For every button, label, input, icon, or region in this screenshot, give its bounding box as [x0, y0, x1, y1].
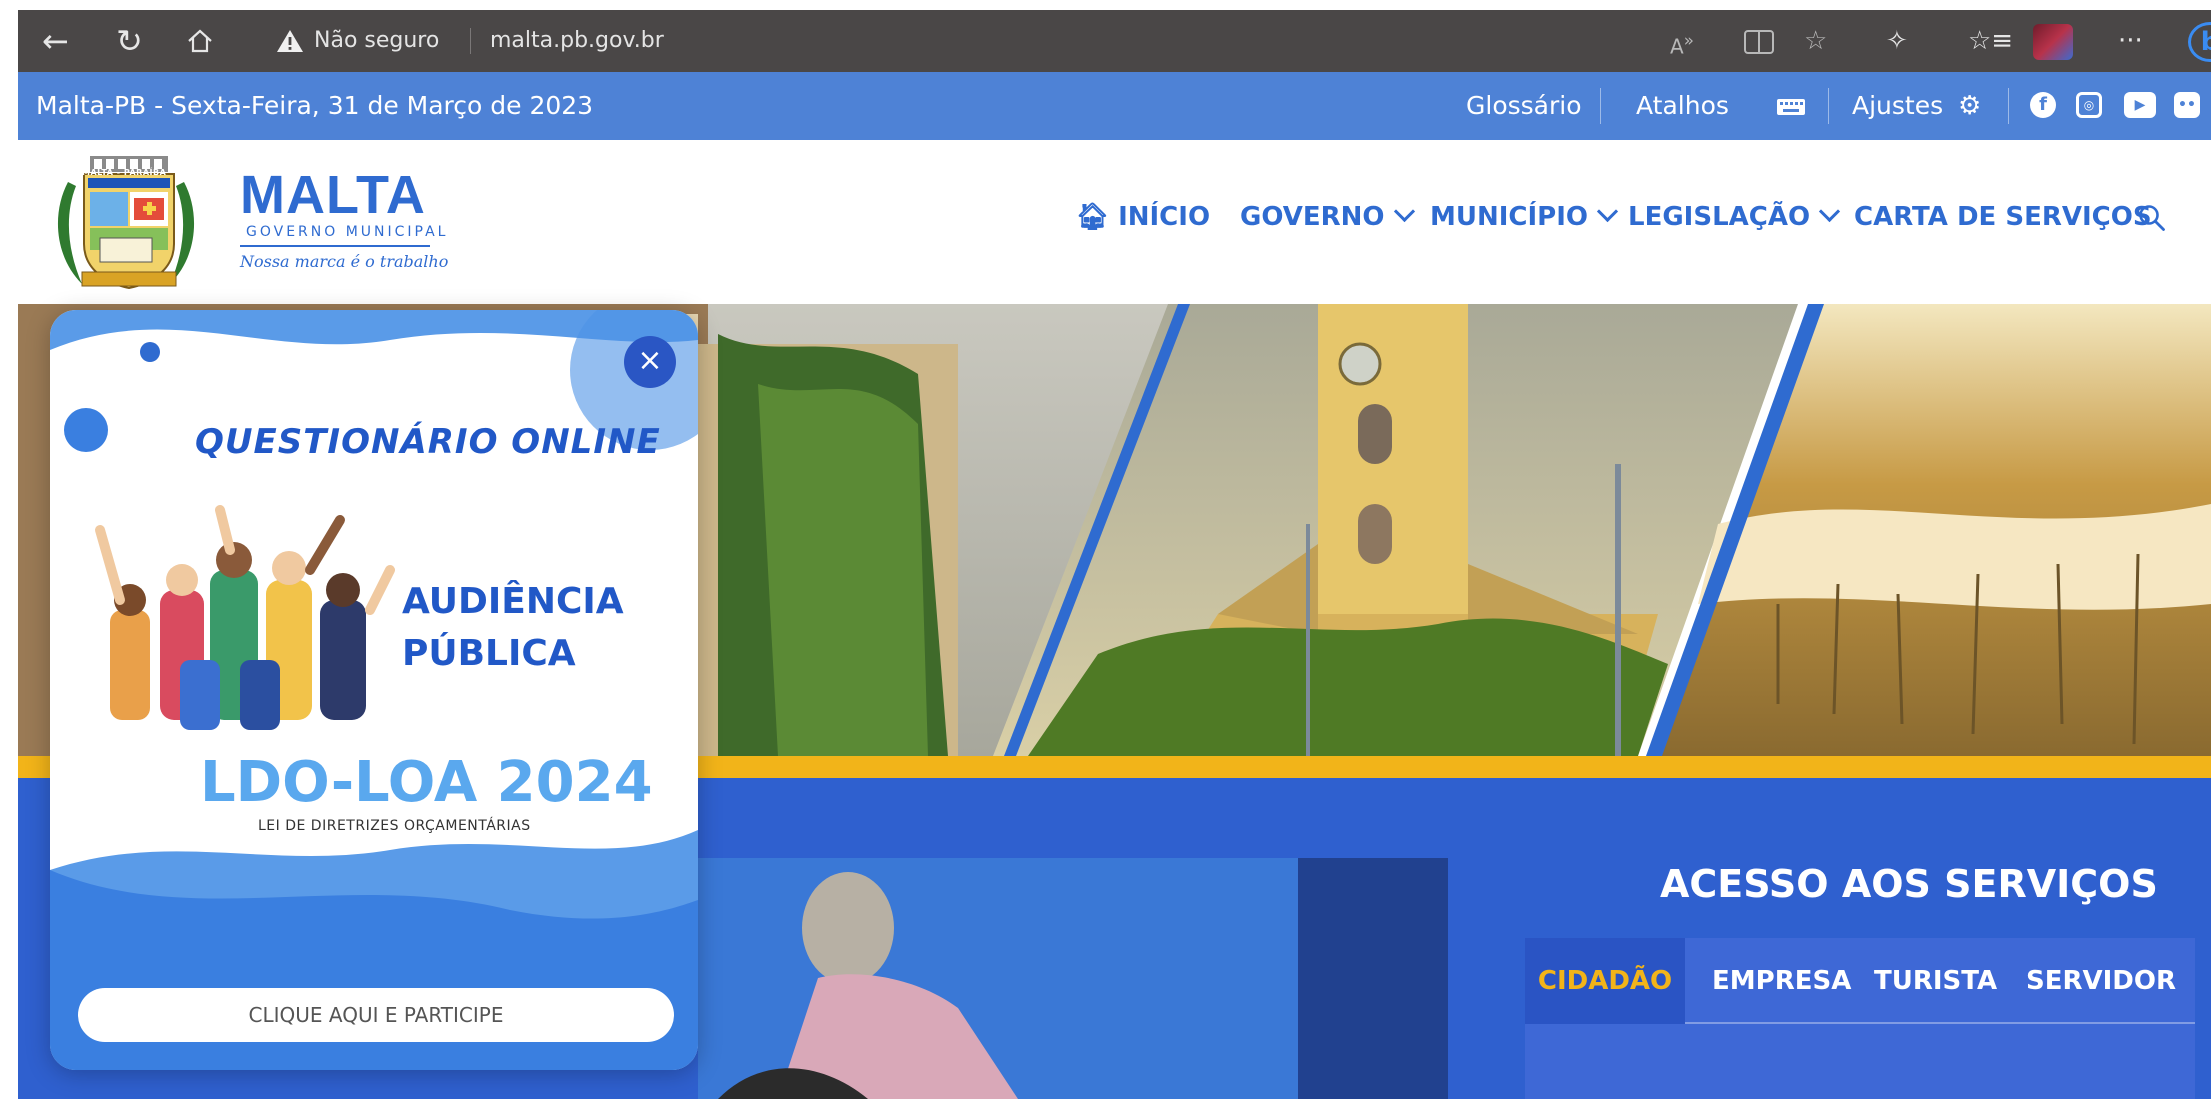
more-icon[interactable]: ···: [2118, 10, 2143, 72]
nav-governo[interactable]: GOVERNO: [1240, 200, 1415, 232]
popup-ldo-loa: LDO-LOA 2024: [200, 750, 653, 815]
facebook-icon[interactable]: f: [2030, 92, 2056, 118]
tabs-underline: [1685, 1022, 2195, 1024]
popup-audiencia-heading: AUDIÊNCIA PÚBLICA: [402, 576, 624, 680]
audiencia-line-1: AUDIÊNCIA: [402, 581, 624, 622]
current-date: Malta-PB - Sexta-Feira, 31 de Março de 2…: [36, 91, 594, 120]
divider: [1600, 88, 1601, 124]
back-arrow-icon[interactable]: ←: [42, 10, 69, 72]
security-status[interactable]: Não seguro: [314, 10, 439, 72]
youtube-icon[interactable]: ▶: [2124, 92, 2156, 118]
favorite-icon[interactable]: ☆: [1804, 10, 1827, 72]
nav-municipio-label: MUNICÍPIO: [1430, 202, 1589, 232]
site-header: MALTA - PARAÍBA MALTA GOVERNO MUNICIPAL …: [18, 140, 2211, 304]
browser-toolbar: ← ↻ Não seguro malta.pb.gov.br A» ☆ ✧ ☆≡…: [18, 10, 2211, 72]
favorites-list-icon[interactable]: ☆≡: [1968, 10, 2013, 72]
flickr-icon[interactable]: ••: [2174, 92, 2200, 118]
copilot-icon[interactable]: b: [2188, 22, 2211, 62]
nav-municipio[interactable]: MUNICÍPIO: [1430, 200, 1619, 232]
instagram-icon[interactable]: ◎: [2076, 92, 2102, 118]
crest-label: MALTA - PARAÍBA: [82, 168, 167, 177]
nav-legislacao[interactable]: LEGISLAÇÃO: [1628, 200, 1841, 232]
refresh-icon[interactable]: ↻: [116, 10, 143, 72]
extensions-icon[interactable]: ✧: [1886, 10, 1908, 72]
tab-servidor[interactable]: SERVIDOR: [2026, 938, 2176, 1024]
brand-name[interactable]: MALTA: [240, 164, 426, 226]
popup-title: QUESTIONÁRIO ONLINE: [195, 422, 661, 462]
warning-icon[interactable]: [276, 28, 304, 58]
close-icon[interactable]: ×: [624, 336, 676, 388]
url-divider: [470, 28, 471, 54]
audiencia-line-2: PÚBLICA: [402, 633, 576, 674]
popup-lei-subtitle: LEI DE DIRETRIZES ORÇAMENTÁRIAS: [258, 818, 531, 834]
gear-icon[interactable]: ⚙: [1958, 92, 1981, 120]
search-icon[interactable]: [2138, 204, 2166, 236]
nav-legislacao-label: LEGISLAÇÃO: [1628, 202, 1811, 232]
nav-carta-servicos[interactable]: CARTA DE SERVIÇOS: [1854, 202, 2152, 232]
glossario-link[interactable]: Glossário: [1466, 72, 1582, 140]
nav-carta-label: CARTA DE SERVIÇOS: [1854, 202, 2152, 232]
divider: [1828, 88, 1829, 124]
url-field[interactable]: malta.pb.gov.br: [490, 10, 664, 72]
split-screen-icon[interactable]: [1744, 30, 1774, 58]
tab-cidadao[interactable]: CIDADÃO: [1525, 938, 1685, 1024]
chevron-down-icon: [1596, 200, 1619, 223]
nav-governo-label: GOVERNO: [1240, 202, 1385, 232]
read-aloud-icon[interactable]: A»: [1670, 10, 1694, 78]
nav-inicio[interactable]: 🏠︎ INÍCIO: [1076, 202, 1210, 232]
ajustes-link[interactable]: Ajustes: [1852, 72, 1943, 140]
brand-subtitle: GOVERNO MUNICIPAL: [246, 224, 449, 240]
profile-avatar[interactable]: [2033, 24, 2073, 60]
keyboard-icon: [1776, 98, 1806, 120]
atalhos-link[interactable]: Atalhos: [1636, 72, 1729, 140]
top-info-bar: Malta-PB - Sexta-Feira, 31 de Março de 2…: [18, 72, 2211, 140]
tab-empresa[interactable]: EMPRESA: [1712, 938, 1851, 1024]
participate-button[interactable]: CLIQUE AQUI E PARTICIPE: [78, 988, 674, 1042]
chevron-down-icon: [1393, 200, 1415, 223]
tab-turista[interactable]: TURISTA: [1874, 938, 1997, 1024]
services-title: ACESSO AOS SERVIÇOS: [1660, 862, 2158, 906]
home-icon[interactable]: [186, 28, 214, 58]
chevron-down-icon: [1818, 200, 1841, 223]
brand-divider: [240, 245, 430, 247]
brand-slogan: Nossa marca é o trabalho: [240, 252, 449, 271]
divider: [2008, 88, 2009, 124]
nav-inicio-label: INÍCIO: [1118, 202, 1211, 232]
home-icon: 🏠︎: [1076, 202, 1110, 232]
